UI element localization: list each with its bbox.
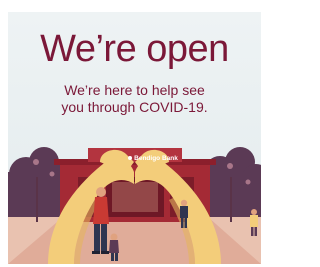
headline: We’re open — [40, 28, 229, 70]
covid-banner: We’re open We’re here to help see you th… — [8, 12, 261, 264]
subline-line-2: you through COVID-19. — [61, 99, 208, 115]
subline-line-1: We’re here to help see — [64, 82, 205, 98]
bank-sign: Bendigo Bank — [124, 153, 182, 165]
bendigo-logo-icon — [128, 156, 133, 161]
page: We’re open We’re here to help see you th… — [0, 0, 272, 267]
bank-sign-label: Bendigo Bank — [134, 155, 178, 162]
